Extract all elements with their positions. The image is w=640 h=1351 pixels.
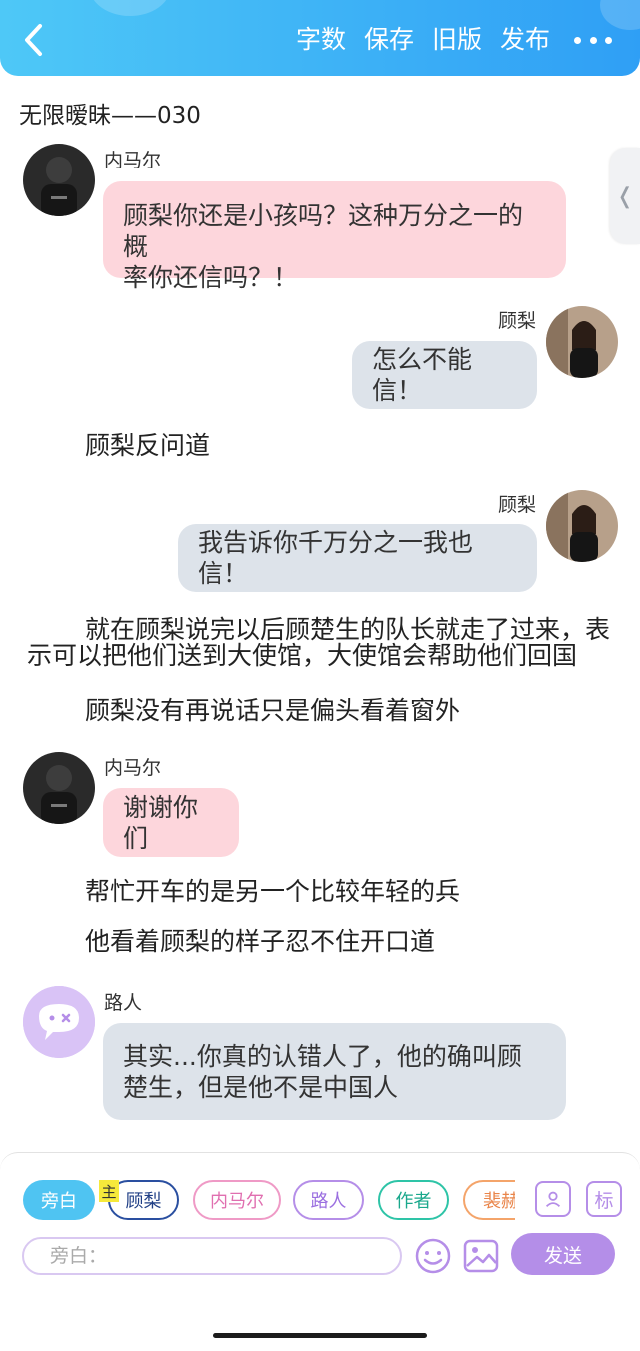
avatar-guli[interactable] [546, 490, 618, 562]
message-text: 我告诉你千万分之一我也信！ [198, 528, 474, 588]
header-decoration [90, 0, 170, 16]
avatar-nema[interactable] [23, 752, 95, 824]
role-chip-narration[interactable]: 旁白 [23, 1180, 95, 1220]
old-version-button[interactable]: 旧版 [432, 20, 482, 60]
message-text: 其实...你真的认错人了，他的确叫顾 [123, 1042, 522, 1071]
message-bubble: 怎么不能信！ [352, 341, 537, 409]
role-chip-author[interactable]: 作者 [378, 1180, 449, 1220]
message-text: 怎么不能信！ [372, 345, 473, 405]
speaker-name: 内马尔 [104, 150, 162, 168]
avatar-guli[interactable] [546, 306, 618, 378]
message-text: 谢谢你们 [123, 792, 199, 853]
avatar-nema[interactable] [23, 144, 95, 216]
send-button[interactable]: 发送 [511, 1233, 615, 1275]
role-chip-passerby[interactable]: 路人 [293, 1180, 364, 1220]
role-chip-nema[interactable]: 内马尔 [193, 1180, 281, 1220]
narration-text: 顾梨反问道 [85, 431, 211, 460]
tag-button[interactable]: 标 [586, 1181, 622, 1217]
side-panel-tab[interactable]: ❬ [610, 148, 640, 244]
emoji-icon[interactable] [414, 1237, 452, 1275]
message-text: 楚生，但是他不是中国人 [123, 1073, 399, 1102]
message-text: 率你还信吗？！ [123, 263, 299, 292]
word-count-button[interactable]: 字数 [296, 20, 346, 60]
avatar-passerby[interactable] [23, 986, 95, 1058]
top-bar: 字数 保存 旧版 发布 [0, 0, 640, 76]
back-arrow-icon[interactable] [18, 20, 52, 60]
narration-text: 顾梨没有再说话只是偏头看着窗外 [85, 696, 461, 725]
publish-button[interactable]: 发布 [500, 20, 550, 60]
main-role-badge: 主 [99, 1180, 119, 1202]
add-character-icon[interactable] [535, 1181, 571, 1217]
speaker-name: 路人 [104, 992, 143, 1014]
speaker-name: 顾梨 [498, 310, 537, 332]
speaker-name: 内马尔 [104, 757, 162, 779]
save-button[interactable]: 保存 [364, 20, 414, 60]
message-bubble: 谢谢你们 [103, 788, 239, 857]
message-bubble: 其实...你真的认错人了，他的确叫顾 楚生，但是他不是中国人 [103, 1023, 566, 1120]
story-title: 无限暧昧——030 [19, 103, 201, 129]
role-chip-peihe[interactable]: 裴赫 [463, 1180, 515, 1220]
chevron-left-icon: ❬ [615, 183, 635, 209]
narration-text: 示可以把他们送到大使馆，大使馆会帮助他们回国 [27, 641, 578, 670]
message-bubble: 我告诉你千万分之一我也信！ [178, 524, 537, 592]
message-input-field[interactable] [24, 1239, 400, 1273]
more-icon[interactable] [574, 20, 612, 60]
speaker-name: 顾梨 [498, 494, 537, 516]
narration-text: 他看着顾梨的样子忍不住开口道 [85, 927, 436, 956]
message-bubble: 顾梨你还是小孩吗？这种万分之一的概 率你还信吗？！ [103, 181, 566, 292]
narration-text: 帮忙开车的是另一个比较年轻的兵 [85, 877, 461, 906]
image-icon[interactable] [463, 1238, 499, 1274]
message-text: 顾梨你还是小孩吗？这种万分之一的概 [123, 201, 524, 261]
message-input[interactable] [22, 1237, 402, 1275]
home-indicator [213, 1333, 427, 1338]
